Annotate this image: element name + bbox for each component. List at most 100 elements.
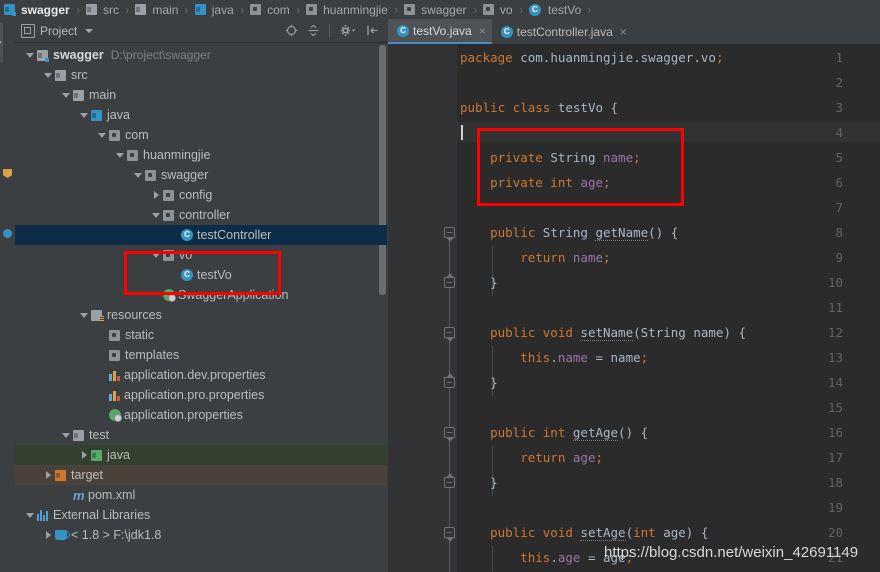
tree-item-huanmingjie[interactable]: huanmingjie: [15, 145, 387, 165]
tree-item-application-properties[interactable]: application.properties: [15, 405, 387, 425]
code-line[interactable]: public void setName(String name) {: [460, 325, 746, 341]
tree-item-pom-xml[interactable]: m pom.xml: [15, 485, 387, 505]
gear-icon[interactable]: [339, 24, 357, 37]
code-line[interactable]: public String getName() {: [460, 225, 678, 241]
code-line[interactable]: this.name = name;: [460, 350, 648, 365]
tree-item-resources[interactable]: resources: [15, 305, 387, 325]
chevron-right-icon[interactable]: [43, 530, 53, 540]
breadcrumb-separator: ›: [240, 2, 244, 17]
breadcrumb-label: com: [267, 2, 290, 17]
chevron-down-icon[interactable]: [25, 50, 35, 60]
project-tree[interactable]: swagger D:\project\swagger src main java com h…: [15, 43, 387, 572]
chevron-down-icon[interactable]: [151, 250, 161, 260]
fold-marker-open[interactable]: [444, 427, 455, 442]
project-panel: Project swagger D:\project\swagger src m…: [15, 19, 387, 572]
tree-item-config[interactable]: config: [15, 185, 387, 205]
code-line[interactable]: public int getAge() {: [460, 425, 648, 441]
tree-item-java[interactable]: java: [15, 445, 387, 465]
structure-icon[interactable]: [3, 229, 12, 238]
editor-tab-testcontroller-java[interactable]: CtestController.java ×: [492, 19, 633, 44]
code-line[interactable]: }: [460, 275, 498, 290]
locate-icon[interactable]: [285, 24, 298, 37]
tree-item-static[interactable]: static: [15, 325, 387, 345]
fold-marker-open[interactable]: [444, 327, 455, 342]
chevron-down-icon[interactable]: [79, 110, 89, 120]
chevron-down-icon[interactable]: [61, 430, 71, 440]
fold-marker-close[interactable]: [444, 273, 455, 288]
code-line[interactable]: }: [460, 475, 498, 490]
tree-item-testvo[interactable]: CtestVo: [15, 265, 387, 285]
editor-tab-testvo-java[interactable]: CtestVo.java ×: [388, 19, 492, 44]
tree-item-label: controller: [179, 208, 231, 222]
code-line[interactable]: private String name;: [460, 150, 641, 165]
tree-item-java[interactable]: java: [15, 105, 387, 125]
tree-item-vo[interactable]: vo: [15, 245, 387, 265]
code-line[interactable]: return name;: [460, 250, 611, 265]
breadcrumb-item-testvo[interactable]: CtestVo ›: [525, 0, 594, 19]
favorites-icon[interactable]: [3, 169, 12, 178]
tree-item-testcontroller[interactable]: CtestController: [15, 225, 387, 245]
left-tool-strip[interactable]: Project: [0, 19, 16, 572]
code-token: age: [572, 450, 596, 465]
tree-item-swagger[interactable]: swagger: [15, 165, 387, 185]
chevron-down-icon[interactable]: [79, 310, 89, 320]
tree-item-controller[interactable]: controller: [15, 205, 387, 225]
tree-item-main[interactable]: main: [15, 85, 387, 105]
fold-marker-close[interactable]: [444, 373, 455, 388]
code-editor[interactable]: 1 package com.huanmingjie.swagger.vo; 2 3 pu…: [388, 44, 880, 572]
breadcrumb-item-swagger[interactable]: swagger ›: [400, 0, 479, 19]
tree-item-com[interactable]: com: [15, 125, 387, 145]
breadcrumb-item-src[interactable]: src ›: [82, 0, 131, 19]
tool-window-project-label[interactable]: Project: [0, 23, 3, 63]
chevron-down-icon[interactable]: [151, 210, 161, 220]
tree-item-label: pom.xml: [88, 488, 136, 502]
current-line-highlight: [456, 122, 880, 142]
chevron-down-icon[interactable]: [115, 150, 125, 160]
breadcrumb-item-swagger[interactable]: swagger ›: [0, 0, 82, 19]
code-token: getAge: [572, 425, 619, 441]
breadcrumb-item-java[interactable]: java ›: [191, 0, 246, 19]
code-line[interactable]: package com.huanmingjie.swagger.vo;: [460, 50, 723, 65]
code-line[interactable]: }: [460, 375, 498, 390]
code-token: ;: [603, 250, 611, 265]
chevron-right-icon[interactable]: [79, 450, 89, 460]
tree-item-application-dev-properties[interactable]: application.dev.properties: [15, 365, 387, 385]
chevron-down-icon[interactable]: [85, 28, 94, 33]
tree-item-test[interactable]: test: [15, 425, 387, 445]
fold-marker-open[interactable]: [444, 527, 455, 542]
code-line[interactable]: public class testVo {: [460, 100, 618, 115]
code-token: age: [580, 175, 603, 190]
chevron-down-icon[interactable]: [133, 170, 143, 180]
tree-item-application-pro-properties[interactable]: application.pro.properties: [15, 385, 387, 405]
breadcrumb-item-vo[interactable]: vo ›: [479, 0, 525, 19]
fold-marker-close[interactable]: [444, 473, 455, 488]
fold-marker-open[interactable]: [444, 227, 455, 242]
tree-item-target[interactable]: target: [15, 465, 387, 485]
tree-item--1-8-f-jdk1-8[interactable]: < 1.8 > F:\jdk1.8: [15, 525, 387, 545]
breadcrumb-label: main: [152, 2, 179, 17]
tree-item-templates[interactable]: templates: [15, 345, 387, 365]
code-line[interactable]: public void setAge(int age) {: [460, 525, 708, 541]
breadcrumb-item-main[interactable]: main ›: [131, 0, 190, 19]
tree-item-src[interactable]: src: [15, 65, 387, 85]
breadcrumb-item-com[interactable]: com ›: [246, 0, 302, 19]
close-icon[interactable]: ×: [479, 25, 486, 37]
collapse-all-icon[interactable]: [307, 24, 320, 37]
chevron-down-icon[interactable]: [97, 130, 107, 140]
breadcrumb-label: testVo: [547, 2, 582, 17]
close-icon[interactable]: ×: [620, 26, 627, 38]
tree-item-swaggerapplication[interactable]: SwaggerApplication: [15, 285, 387, 305]
project-view-icon: [21, 23, 35, 38]
code-line[interactable]: return age;: [460, 450, 603, 465]
editor-gutter[interactable]: [388, 44, 456, 572]
breadcrumb-item-huanmingjie[interactable]: huanmingjie ›: [302, 0, 400, 19]
tree-item-external-libraries[interactable]: External Libraries: [15, 505, 387, 525]
code-line[interactable]: private int age;: [460, 175, 610, 190]
chevron-down-icon[interactable]: [25, 510, 35, 520]
hide-panel-icon[interactable]: [366, 24, 379, 37]
chevron-down-icon[interactable]: [61, 90, 71, 100]
chevron-right-icon[interactable]: [151, 190, 161, 200]
chevron-right-icon[interactable]: [43, 470, 53, 480]
tree-item-swagger[interactable]: swagger D:\project\swagger: [15, 45, 387, 65]
chevron-down-icon[interactable]: [43, 70, 53, 80]
